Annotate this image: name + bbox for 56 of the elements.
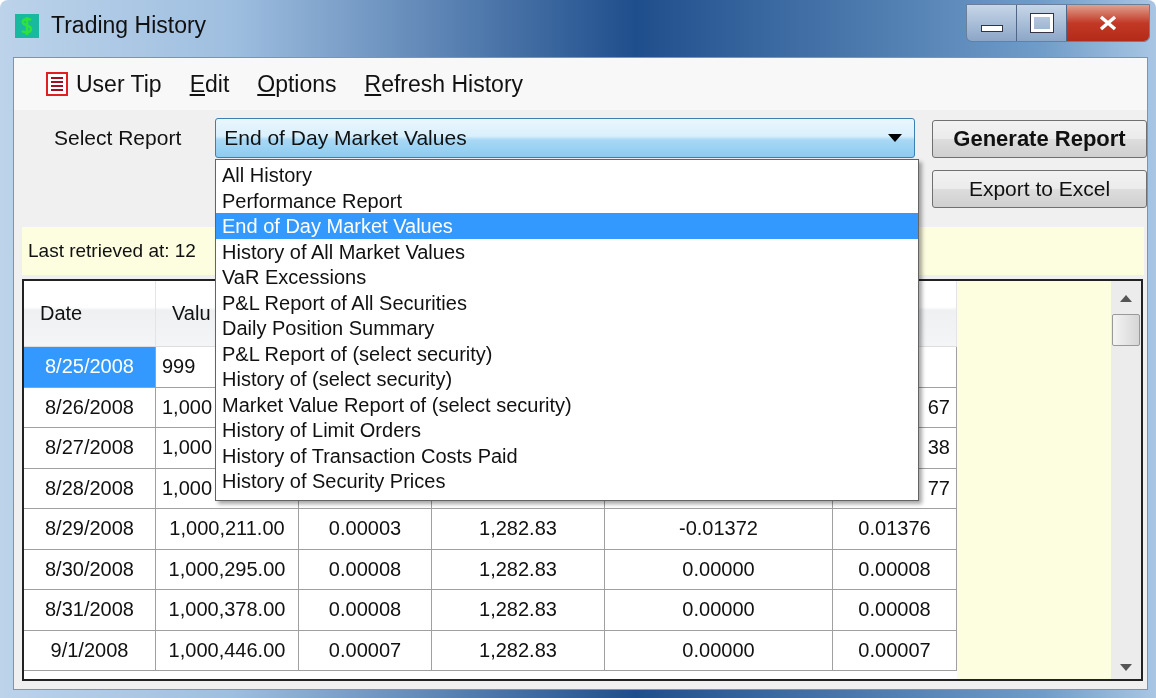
table-cell: 0.00008 bbox=[833, 549, 957, 590]
menu-item[interactable]: User Tip bbox=[42, 68, 166, 100]
scroll-thumb[interactable] bbox=[1112, 314, 1140, 346]
table-cell: 1,000,211.00 bbox=[156, 509, 299, 550]
table-cell: 8/30/2008 bbox=[24, 549, 156, 590]
table-cell: 8/28/2008 bbox=[24, 468, 156, 509]
table-cell: -0.01372 bbox=[605, 509, 833, 550]
table-cell: 0.00007 bbox=[299, 630, 432, 671]
scroll-up-icon[interactable] bbox=[1120, 295, 1132, 302]
dropdown-option[interactable]: Performance Report bbox=[216, 187, 918, 213]
dropdown-option[interactable]: History of All Market Values bbox=[216, 238, 918, 264]
minimize-button[interactable] bbox=[967, 5, 1017, 41]
scrollbar[interactable] bbox=[1111, 281, 1141, 679]
dollar-icon bbox=[15, 13, 39, 38]
dropdown-option[interactable]: VaR Excessions bbox=[216, 264, 918, 290]
dropdown-option[interactable]: P&L Report of All Securities bbox=[216, 289, 918, 315]
status-text: Last retrieved at: 12 bbox=[28, 240, 196, 262]
report-dropdown[interactable]: End of Day Market Values bbox=[215, 118, 915, 158]
caret-icon bbox=[888, 134, 902, 142]
table-cell: 8/27/2008 bbox=[24, 428, 156, 469]
list-document-icon bbox=[46, 72, 68, 96]
table-cell: 1,000,446.00 bbox=[156, 630, 299, 671]
table-cell: 1,282.83 bbox=[432, 549, 605, 590]
close-icon bbox=[1098, 15, 1118, 31]
table-cell: 0.00003 bbox=[299, 509, 432, 550]
column-header[interactable]: Date bbox=[24, 281, 156, 346]
table-cell: 0.00008 bbox=[833, 590, 957, 631]
table-cell: 0.01376 bbox=[833, 509, 957, 550]
menu-item[interactable]: Edit bbox=[185, 68, 234, 100]
table-cell: 0.00008 bbox=[299, 590, 432, 631]
table-cell: 0.00008 bbox=[299, 549, 432, 590]
menu-item[interactable]: Refresh History bbox=[360, 68, 528, 100]
generate-report-button[interactable]: Generate Report bbox=[932, 120, 1147, 158]
export-button[interactable]: Export to Excel bbox=[932, 170, 1147, 208]
menu-item[interactable]: Options bbox=[253, 68, 341, 100]
select-report-label: Select Report bbox=[54, 126, 183, 150]
table-cell: 1,282.83 bbox=[432, 630, 605, 671]
table-cell: 8/25/2008 bbox=[24, 347, 156, 388]
table-cell: 8/29/2008 bbox=[24, 509, 156, 550]
table-cell: 0.00007 bbox=[833, 630, 957, 671]
dropdown-option[interactable]: All History bbox=[216, 162, 918, 188]
table-cell: 1,000,295.00 bbox=[156, 549, 299, 590]
window-title: Trading History bbox=[51, 12, 207, 39]
maximize-button[interactable] bbox=[1017, 5, 1067, 41]
table-cell: 0.00000 bbox=[605, 630, 833, 671]
table-cell: 0.00000 bbox=[605, 590, 833, 631]
table-cell: 8/31/2008 bbox=[24, 590, 156, 631]
table-cell: 1,000,378.00 bbox=[156, 590, 299, 631]
table-cell: 1,282.83 bbox=[432, 590, 605, 631]
table-cell: 8/26/2008 bbox=[24, 387, 156, 428]
table-cell: 9/1/2008 bbox=[24, 630, 156, 671]
dropdown-option[interactable]: Daily Position Summary bbox=[216, 315, 918, 341]
table-cell: 1,282.83 bbox=[432, 509, 605, 550]
close-button[interactable] bbox=[1067, 5, 1149, 41]
table-cell: 0.00000 bbox=[605, 549, 833, 590]
scroll-down-icon[interactable] bbox=[1120, 664, 1132, 671]
